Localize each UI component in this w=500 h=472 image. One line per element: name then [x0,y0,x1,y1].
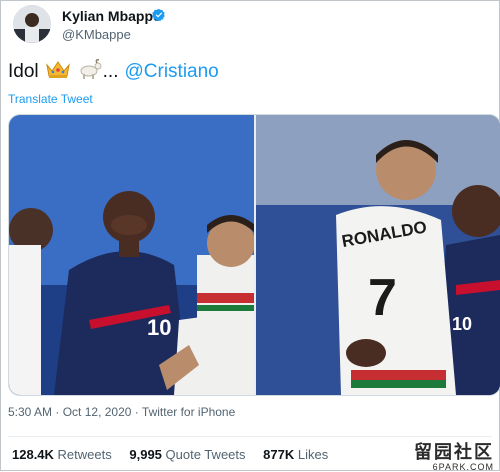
avatar[interactable] [13,5,51,43]
tweet-ellipsis: ... [102,61,119,82]
meta-separator: · [55,405,60,419]
tweet-source[interactable]: Twitter for iPhone [142,405,235,419]
quote-tweets-count: 9,995 [129,447,162,462]
retweets-stat[interactable]: 128.4K Retweets [12,447,115,462]
divider [8,436,492,437]
svg-text:10: 10 [452,314,472,334]
tweet-media[interactable]: 10 10 RONALDO 7 [8,114,500,396]
verified-badge-icon [152,8,165,22]
mention-link[interactable]: @Cristiano [124,61,218,83]
left-jersey-number: 10 [147,315,171,340]
tweet-stats: 128.4K Retweets 9,995 Quote Tweets 877K … [12,447,342,462]
retweets-count: 128.4K [12,447,54,462]
translate-tweet-link[interactable]: Translate Tweet [8,92,93,106]
tweet-text-prefix: Idol [8,61,39,82]
likes-label: Likes [297,447,329,462]
quote-tweets-label: Quote Tweets [165,447,246,462]
right-jersey-number: 7 [368,269,397,327]
site-watermark: 留园社区 6PARK.COM [414,444,494,472]
likes-count: 877K [263,447,295,462]
author-name[interactable]: Kylian Mbappé [62,8,161,24]
crown-emoji-icon [45,59,71,85]
likes-stat[interactable]: 877K Likes [263,447,328,462]
tweet-text: Idol ... @Cristiano [8,58,219,86]
watermark-chinese: 留园社区 [414,442,494,463]
photo-mbappe-ronaldo[interactable]: 10 [9,115,254,395]
retweets-label: Retweets [57,447,112,462]
quote-tweets-stat[interactable]: 9,995 Quote Tweets [129,447,249,462]
tweet-meta: 5:30 AM · Oct 12, 2020 · Twitter for iPh… [8,405,235,419]
tweet-time[interactable]: 5:30 AM [8,405,52,419]
author-handle[interactable]: @KMbappe [62,27,131,42]
meta-separator: · [134,405,139,419]
tweet-date[interactable]: Oct 12, 2020 [63,405,132,419]
goat-emoji-icon [77,58,103,86]
avatar-photo [13,5,51,43]
photo-ronaldo-hug[interactable]: 10 RONALDO 7 [256,115,500,395]
